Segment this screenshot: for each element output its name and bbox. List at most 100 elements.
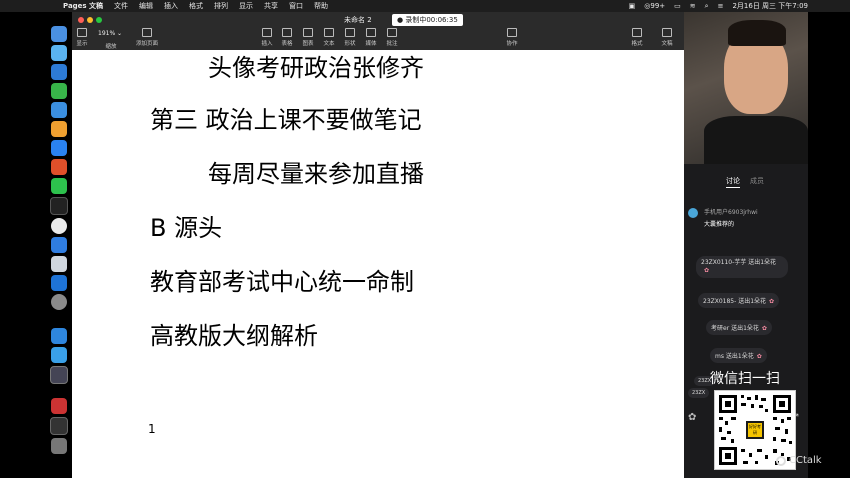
plus-icon	[142, 28, 152, 37]
qr-center-logo: 好好考研	[749, 424, 761, 435]
maximize-icon[interactable]	[96, 17, 102, 23]
baidu-netdisk-icon[interactable]	[51, 275, 67, 291]
menubar-status: ▣ ◎99+ ▭ ≋ ⌕ ≡ 2月16日 周三 下午7:09	[629, 0, 808, 12]
toolbar-document[interactable]: 文稿	[652, 28, 682, 47]
search-icon[interactable]: ⌕	[705, 2, 709, 11]
pages-icon[interactable]	[51, 64, 67, 80]
qr-label: 微信扫一扫	[710, 371, 780, 387]
app-store-icon[interactable]	[51, 140, 67, 156]
gift-notice-6: 23ZX	[688, 388, 710, 398]
doc-line-2[interactable]: 第三 政治上课不要做笔记	[150, 100, 422, 135]
page-number: 1	[148, 422, 156, 436]
message-text: 大囊推荐的	[704, 221, 735, 228]
dock	[48, 26, 70, 466]
sidebar-icon	[77, 28, 87, 37]
document-icon	[662, 28, 672, 37]
notification-icon[interactable]: ◎99+	[644, 2, 665, 10]
tab-discussion[interactable]: 讨论	[726, 176, 740, 186]
collaborate-icon	[507, 28, 517, 37]
flower-icon: ✿	[769, 298, 775, 305]
toolbar-view[interactable]: 显示	[67, 28, 97, 47]
screen-recorder-icon[interactable]	[51, 347, 67, 363]
flower-icon: ✿	[704, 267, 710, 274]
toolbar-format[interactable]: 格式	[622, 28, 652, 47]
app-name[interactable]: Pages 文稿	[63, 1, 103, 11]
text-icon	[324, 28, 334, 37]
tab-members[interactable]: 成员	[750, 176, 764, 186]
insert-icon	[262, 28, 272, 37]
chrome-icon[interactable]	[51, 218, 67, 234]
safari-icon[interactable]	[51, 45, 67, 61]
gift-notice-3: 考研er 送出1朵花 ✿	[706, 320, 772, 335]
message-user[interactable]: 手机用户6903jrhwi	[704, 207, 758, 216]
notes-icon[interactable]	[51, 121, 67, 137]
chart-icon	[303, 28, 313, 37]
avatar[interactable]	[688, 208, 698, 218]
doc-line-5[interactable]: 教育部考试中心统一命制	[150, 262, 414, 297]
menu-window[interactable]: 窗口	[289, 1, 303, 11]
titlebar: 未命名 2 ● 录制中00:06:35 显示 191% ⌄ 缩放 添加页面 插入…	[72, 12, 684, 50]
trash-icon[interactable]	[51, 438, 67, 454]
comment-icon	[387, 28, 397, 37]
feishu-icon[interactable]	[51, 237, 67, 253]
camera-icon[interactable]: ▣	[629, 2, 636, 10]
toolbar-collaborate[interactable]: 协作	[497, 28, 527, 47]
pages-window: 未命名 2 ● 录制中00:06:35 显示 191% ⌄ 缩放 添加页面 插入…	[72, 12, 684, 478]
active-tab-indicator	[726, 187, 740, 188]
toolbar-add-page[interactable]: 添加页面	[132, 28, 162, 47]
presenter-shirt	[704, 116, 808, 164]
toolbar-comment[interactable]: 批注	[377, 28, 407, 47]
disk-utility-icon[interactable]	[50, 366, 68, 384]
flower-gift-icon[interactable]: ✿	[688, 412, 696, 423]
wifi-icon[interactable]: ≋	[690, 2, 696, 10]
document-icon[interactable]	[51, 398, 67, 414]
recording-indicator: ● 录制中00:06:35	[392, 14, 463, 26]
webcam-video	[684, 12, 808, 164]
preview-icon[interactable]	[51, 256, 67, 272]
flower-icon: ✿	[756, 353, 762, 360]
close-icon[interactable]	[78, 17, 84, 23]
gift-notice-1: 23ZX0110-芋芋 送出1朵花✿	[696, 256, 788, 278]
finder-icon[interactable]	[51, 26, 67, 42]
menu-edit[interactable]: 编辑	[139, 1, 153, 11]
qq-icon[interactable]	[50, 197, 68, 215]
flower-icon: ✿	[761, 325, 767, 332]
media-icon	[366, 28, 376, 37]
menu-format[interactable]: 格式	[189, 1, 203, 11]
control-center-icon[interactable]: ≡	[718, 2, 724, 10]
settings-icon[interactable]	[51, 294, 67, 310]
keynote-icon[interactable]	[51, 102, 67, 118]
window-title: 未命名 2	[344, 16, 372, 24]
folder-icon[interactable]	[50, 417, 68, 435]
cctalk-brand: CCtalk	[776, 455, 822, 466]
zoom-select[interactable]: 191% ⌄	[98, 30, 122, 37]
doc-line-4[interactable]: B 源头	[150, 208, 222, 243]
doc-line-6[interactable]: 高教版大纲解析	[150, 316, 318, 351]
menu-view[interactable]: 显示	[239, 1, 253, 11]
menu-file[interactable]: 文件	[114, 1, 128, 11]
menu-insert[interactable]: 插入	[164, 1, 178, 11]
cctalk-logo-icon	[776, 455, 786, 466]
netease-music-icon[interactable]	[51, 159, 67, 175]
numbers-icon[interactable]	[51, 83, 67, 99]
brush-icon	[632, 28, 642, 37]
doc-line-3[interactable]: 每周尽量来参加直播	[208, 154, 424, 189]
gift-notice-4: ms 送出1朵花 ✿	[710, 348, 767, 363]
menubar: Pages 文稿 文件 编辑 插入 格式 排列 显示 共享 窗口 帮助 ▣ ◎9…	[0, 0, 850, 12]
toolbar-zoom[interactable]: 缩放	[96, 42, 126, 50]
tencent-meeting-icon[interactable]	[51, 328, 67, 344]
shape-icon	[345, 28, 355, 37]
minimize-icon[interactable]	[87, 17, 93, 23]
panel-tabs: 讨论 成员	[684, 176, 808, 188]
table-icon	[282, 28, 292, 37]
document-canvas[interactable]: 头像考研政治张修齐 第三 政治上课不要做笔记 每周尽量来参加直播 B 源头 教育…	[76, 50, 680, 478]
wechat-icon[interactable]	[51, 178, 67, 194]
menu-arrange[interactable]: 排列	[214, 1, 228, 11]
menu-help[interactable]: 帮助	[314, 1, 328, 11]
gift-notice-2: 23ZX0185- 送出1朵花 ✿	[698, 293, 780, 308]
menu-share[interactable]: 共享	[264, 1, 278, 11]
battery-icon[interactable]: ▭	[674, 2, 681, 10]
presenter-hair	[728, 20, 786, 46]
clock[interactable]: 2月16日 周三 下午7:09	[732, 1, 808, 11]
doc-line-1[interactable]: 头像考研政治张修齐	[208, 48, 424, 83]
